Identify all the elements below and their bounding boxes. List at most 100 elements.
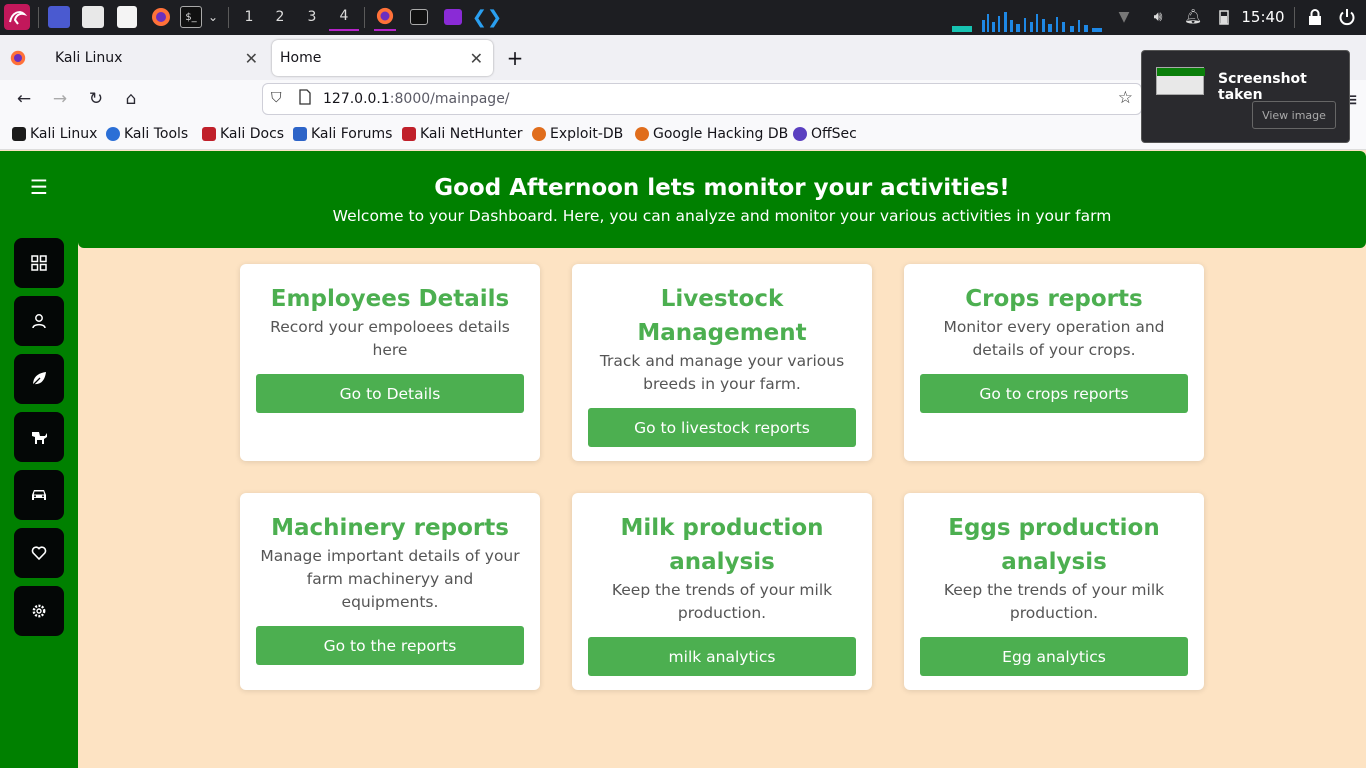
go-to-details-button[interactable]: Go to Details [256,374,524,413]
bookmark-offsec[interactable]: OffSec [793,126,857,142]
forward-arrow-icon[interactable]: → [48,87,72,111]
shield-icon[interactable]: ⛉ [271,90,282,106]
bookmark-kali-forums[interactable]: Kali Forums [293,126,392,142]
card-description: Monitor every operation and details of y… [943,318,1165,359]
taskbar-separator [364,7,365,28]
kali-forums-icon [293,127,307,141]
workspace-2[interactable]: 2 [265,6,295,28]
bookmark-kali-linux[interactable]: Kali Linux [12,126,97,142]
back-arrow-icon[interactable]: ← [12,87,36,111]
dashboard-header: Good Afternoon lets monitor your activit… [78,151,1366,248]
card-title: Eggs production analysis [948,515,1160,575]
file-manager-icon[interactable] [82,6,104,28]
card-machinery: Machinery reports Manage important detai… [240,493,540,690]
tab-kali-linux[interactable]: Kali Linux ✕ [43,40,268,76]
url-bar[interactable]: ⛉ 127.0.0.1:8000/mainpage/ ☆ [262,83,1142,115]
sidebar-dashboard-button[interactable] [14,238,64,288]
card-crops: Crops reports Monitor every operation an… [904,264,1204,461]
url-text[interactable]: 127.0.0.1:8000/mainpage/ [323,91,510,107]
terminal-icon[interactable]: $_ [180,6,202,28]
card-description: Keep the trends of your milk production. [611,581,833,622]
taskbar-separator [38,7,39,28]
bookmark-exploit-db[interactable]: Exploit-DB [532,126,623,142]
page-icon[interactable] [299,89,311,109]
bookmark-kali-nethunter[interactable]: Kali NetHunter [402,126,522,142]
bookmark-star-icon[interactable]: ☆ [1118,88,1133,108]
milk-analytics-button[interactable]: milk analytics [588,637,856,676]
volume-icon[interactable]: 🔊︎ [1148,6,1168,28]
kali-icon [12,127,26,141]
leaf-icon [32,372,46,386]
google-hacking-db-icon [635,127,649,141]
tab-label: Home [280,50,322,66]
firefox-window-icon[interactable] [374,3,396,31]
text-editor-icon[interactable] [117,6,137,28]
tab-home[interactable]: Home ✕ [272,40,493,76]
go-to-livestock-reports-button[interactable]: Go to livestock reports [588,408,856,447]
card-eggs-production: Eggs production analysis Keep the trends… [904,493,1204,690]
battery-icon[interactable] [1216,6,1232,28]
new-tab-plus-icon[interactable]: + [505,40,525,76]
egg-analytics-button[interactable]: Egg analytics [920,637,1188,676]
sidebar-employees-button[interactable] [14,296,64,346]
card-livestock: Livestock Management Track and manage yo… [572,264,872,461]
workspace-4[interactable]: 4 [329,3,359,31]
firefox-view-icon[interactable] [10,40,30,76]
power-icon[interactable] [1336,6,1358,28]
close-icon[interactable]: ✕ [470,49,483,68]
card-employees: Employees Details Record your empoloees … [240,264,540,461]
kali-tools-icon [106,127,120,141]
card-title: Employees Details [270,286,510,312]
vscode-window-icon[interactable]: ❮❯ [472,6,502,28]
notification-title: Screenshot taken [1218,71,1307,103]
workspace-1[interactable]: 1 [234,6,264,28]
gear-icon [32,604,46,618]
car-icon [32,490,46,500]
clock[interactable]: 15:40 [1240,6,1286,28]
dashboard-icon [31,255,47,271]
workspace-3[interactable]: 3 [297,6,327,28]
card-description: Track and manage your various breeds in … [599,352,845,393]
hamburger-menu-icon[interactable]: ☰ [26,175,52,199]
lock-icon[interactable] [1305,6,1325,28]
screenshot-thumbnail[interactable] [1156,67,1205,95]
livestock-icon [32,432,47,444]
view-image-button[interactable]: View image [1252,101,1336,129]
sidebar-livestock-button[interactable] [14,412,64,462]
kali-nethunter-icon [402,127,416,141]
card-description: Record your empoloees details here [270,318,510,359]
card-description: Manage important details of your farm ma… [260,547,520,611]
card-milk-production: Milk production analysis Keep the trends… [572,493,872,690]
go-to-crops-reports-button[interactable]: Go to crops reports [920,374,1188,413]
card-title: Livestock Management [637,286,807,346]
card-title: Crops reports [965,286,1143,312]
network-icon[interactable]: ▼ [1114,6,1134,28]
app-window-icon[interactable] [444,9,462,25]
sidebar-settings-button[interactable] [14,586,64,636]
bookmark-kali-tools[interactable]: Kali Tools [106,126,188,142]
user-icon [32,314,46,329]
bookmark-kali-docs[interactable]: Kali Docs [202,126,284,142]
taskbar-separator [228,7,229,28]
page-subtitle: Welcome to your Dashboard. Here, you can… [332,207,1112,225]
show-desktop-icon[interactable] [48,6,70,28]
kali-menu-icon[interactable] [4,4,30,30]
chevron-down-icon[interactable]: ⌄ [205,6,221,28]
sidebar-health-button[interactable] [14,528,64,578]
taskbar-separator [1294,7,1295,28]
exploit-db-icon [532,127,546,141]
sidebar-machinery-button[interactable] [14,470,64,520]
terminal-window-icon[interactable] [410,9,428,25]
screenshot-notification: Screenshot taken View image [1141,50,1350,143]
reload-icon[interactable]: ↻ [84,87,108,111]
firefox-icon[interactable] [150,6,172,28]
heart-icon [31,546,47,561]
home-icon[interactable]: ⌂ [119,87,143,111]
close-icon[interactable]: ✕ [245,49,258,68]
go-to-the-reports-button[interactable]: Go to the reports [256,626,524,665]
sidebar-crops-button[interactable] [14,354,64,404]
bookmark-google-hacking-db[interactable]: Google Hacking DB [635,126,788,142]
kali-docs-icon [202,127,216,141]
notification-bell-icon[interactable]: 🔔︎ [1183,6,1203,28]
offsec-icon [793,127,807,141]
